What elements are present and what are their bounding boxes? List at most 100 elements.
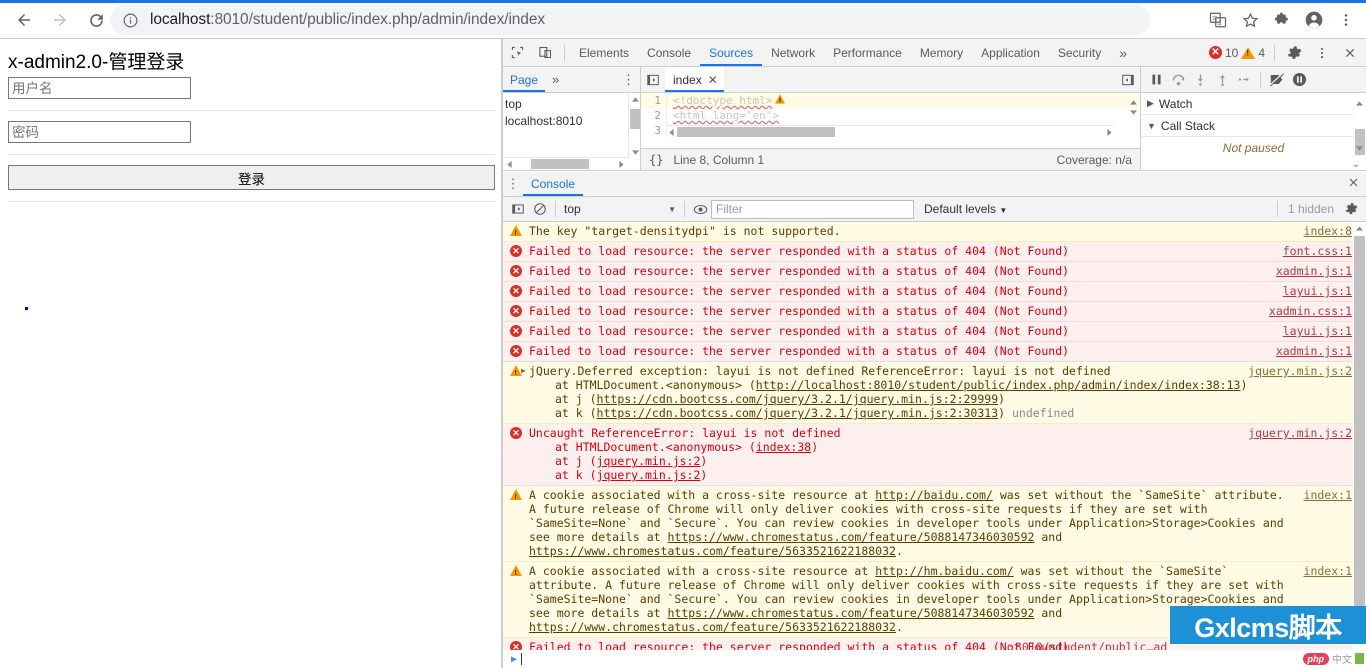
step-out-icon[interactable] xyxy=(1211,68,1233,92)
scroll-left-arrow-icon[interactable] xyxy=(507,157,512,171)
console-message-source[interactable]: index:1 xyxy=(1304,564,1352,578)
stack-frame-link[interactable]: jquery.min.js:2 xyxy=(597,468,701,482)
code-scroll-right-icon[interactable] xyxy=(1107,126,1112,139)
debugger-section-callstack[interactable]: ▼ Call Stack xyxy=(1141,115,1366,137)
console-message[interactable]: ✕ Uncaught ReferenceError: layui is not … xyxy=(503,424,1366,486)
code-scroll-left-icon[interactable] xyxy=(669,126,674,139)
console-context-selector[interactable]: top ▼ xyxy=(560,200,680,219)
console-message-source[interactable]: xadmin.css:1 xyxy=(1269,304,1352,318)
chromestatus-link[interactable]: https://www.chromestatus.com/feature/508… xyxy=(667,530,1034,544)
navigator-tab-page[interactable]: Page xyxy=(503,67,545,92)
console-message[interactable]: ✕ Failed to load resource: the server re… xyxy=(503,322,1366,342)
devtools-menu-icon[interactable] xyxy=(1308,40,1336,66)
console-prompt[interactable]: ▶ xyxy=(503,650,1353,668)
console-message[interactable]: ✕ Failed to load resource: the server re… xyxy=(503,302,1366,322)
editor-hscroll-thumb[interactable] xyxy=(677,127,835,137)
editor-vertical-scrollbar[interactable] xyxy=(1127,93,1140,126)
chromestatus-link[interactable]: https://www.chromestatus.com/feature/563… xyxy=(529,544,896,558)
navigator-more-chevron-icon[interactable]: » xyxy=(545,72,566,87)
tab-elements[interactable]: Elements xyxy=(570,39,638,66)
navigator-scroll-thumb[interactable] xyxy=(630,109,640,129)
console-scroll-up-icon[interactable] xyxy=(1353,222,1366,235)
console-message[interactable]: ✕ Failed to load resource: the server re… xyxy=(503,242,1366,262)
console-message-source[interactable]: xadmin.js:1 xyxy=(1276,344,1352,358)
address-bar[interactable]: localhost:8010/student/public/index.php/… xyxy=(110,5,1150,35)
clear-console-icon[interactable] xyxy=(529,198,551,221)
pretty-print-icon[interactable]: {} xyxy=(649,153,663,167)
stack-frame-link[interactable]: https://cdn.bootcss.com/jquery/3.2.1/jqu… xyxy=(597,392,999,406)
console-message-source[interactable]: layui.js:1 xyxy=(1283,324,1352,338)
close-devtools-icon[interactable] xyxy=(1336,40,1364,66)
step-over-icon[interactable] xyxy=(1167,68,1189,92)
code-viewer[interactable]: 1 <!doctype html> 2 <html lang="en"> 3 xyxy=(641,93,1140,141)
console-message-source[interactable]: jquery.min.js:2 xyxy=(1248,426,1352,440)
stack-frame-link[interactable]: index:38 xyxy=(756,440,811,454)
chromestatus-link[interactable]: https://www.chromestatus.com/feature/508… xyxy=(667,606,1034,620)
browser-menu-icon[interactable] xyxy=(1330,4,1362,36)
debugger-vertical-scrollbar[interactable] xyxy=(1354,93,1366,156)
scroll-up-arrow-icon[interactable] xyxy=(629,93,641,105)
deactivate-breakpoints-icon[interactable] xyxy=(1266,68,1288,92)
tree-item-localhost[interactable]: localhost:8010 xyxy=(503,113,640,130)
address-bar-url[interactable]: localhost:8010/student/public/index.php/… xyxy=(150,11,545,29)
expand-triangle-icon[interactable]: ▶ xyxy=(521,364,526,378)
console-hidden-count-label[interactable]: 1 hidden xyxy=(1288,202,1334,216)
inspect-element-icon[interactable] xyxy=(503,40,531,66)
editor-tab-index[interactable]: index ✕ xyxy=(665,67,724,92)
debugger-scroll-up-icon[interactable] xyxy=(1356,95,1363,109)
username-input[interactable] xyxy=(8,77,191,99)
profile-avatar-icon[interactable] xyxy=(1298,4,1330,36)
navigator-vertical-scrollbar[interactable] xyxy=(628,93,640,158)
sidebar-expand-chevron-icon[interactable]: ⌄ xyxy=(1352,159,1360,170)
console-message[interactable]: A cookie associated with a cross-site re… xyxy=(503,486,1366,562)
chromestatus-link[interactable]: https://www.chromestatus.com/feature/563… xyxy=(529,620,896,634)
bookmark-star-icon[interactable] xyxy=(1234,4,1266,36)
pause-icon[interactable] xyxy=(1145,68,1167,92)
console-message[interactable]: The key "target-densitydpi" is not suppo… xyxy=(503,222,1366,242)
code-scroll-down-icon[interactable] xyxy=(1130,105,1137,118)
reload-button[interactable] xyxy=(78,3,114,37)
debugger-section-watch[interactable]: ▶ Watch xyxy=(1141,93,1366,115)
console-message-source[interactable]: index:1 xyxy=(1304,488,1352,502)
cookie-resource-link[interactable]: http://baidu.com/ xyxy=(875,488,993,502)
tab-network[interactable]: Network xyxy=(762,39,824,66)
show-debugger-icon[interactable] xyxy=(1116,67,1140,92)
stack-frame-link[interactable]: http://localhost:8010/student/public/ind… xyxy=(756,378,1241,392)
back-button[interactable] xyxy=(6,3,42,37)
console-message-source[interactable]: jquery.min.js:2 xyxy=(1248,364,1352,378)
show-navigator-icon[interactable] xyxy=(641,67,665,92)
console-levels-dropdown[interactable]: Default levels ▼ xyxy=(924,202,1007,216)
gear-icon[interactable] xyxy=(1280,40,1308,66)
console-scroll-thumb[interactable] xyxy=(1354,236,1365,636)
tree-item-top[interactable]: top xyxy=(503,96,640,113)
extensions-puzzle-icon[interactable] xyxy=(1266,4,1298,36)
editor-tab-close-icon[interactable]: ✕ xyxy=(708,73,718,87)
console-vertical-scrollbar[interactable] xyxy=(1353,222,1366,668)
scroll-down-arrow-icon[interactable] xyxy=(629,146,641,158)
console-message[interactable]: ✕ Failed to load resource: the server re… xyxy=(503,262,1366,282)
navigator-menu-icon[interactable]: ⋮ xyxy=(622,72,640,88)
console-message-source[interactable]: font.css:1 xyxy=(1283,244,1352,258)
console-message-source[interactable]: index:8 xyxy=(1304,224,1352,238)
console-message-source[interactable]: layui.js:1 xyxy=(1283,284,1352,298)
tab-security[interactable]: Security xyxy=(1049,39,1110,66)
console-settings-gear-icon[interactable] xyxy=(1340,198,1362,221)
console-message-source[interactable]: xadmin.js:1 xyxy=(1276,264,1352,278)
close-drawer-icon[interactable] xyxy=(1347,176,1360,192)
scroll-right-arrow-icon[interactable] xyxy=(619,157,624,171)
code-warning-icon[interactable] xyxy=(775,93,786,108)
editor-horizontal-scrollbar[interactable] xyxy=(667,125,1114,138)
live-expression-eye-icon[interactable] xyxy=(689,198,711,221)
tab-console[interactable]: Console xyxy=(638,39,700,66)
debugger-scroll-down-icon[interactable] xyxy=(1356,140,1363,154)
stack-frame-link[interactable]: https://cdn.bootcss.com/jquery/3.2.1/jqu… xyxy=(597,406,999,420)
login-submit-button[interactable]: 登录 xyxy=(8,165,495,190)
step-icon[interactable] xyxy=(1233,68,1255,92)
tab-application[interactable]: Application xyxy=(972,39,1049,66)
tab-sources[interactable]: Sources xyxy=(700,39,762,66)
forward-button[interactable] xyxy=(42,3,78,37)
navigator-hscroll-thumb[interactable] xyxy=(531,159,589,169)
issue-counts[interactable]: ✕ 10 4 xyxy=(1208,46,1265,60)
tab-overflow-chevron-icon[interactable]: » xyxy=(1110,39,1136,66)
console-message-list[interactable]: The key "target-densitydpi" is not suppo… xyxy=(503,222,1366,668)
